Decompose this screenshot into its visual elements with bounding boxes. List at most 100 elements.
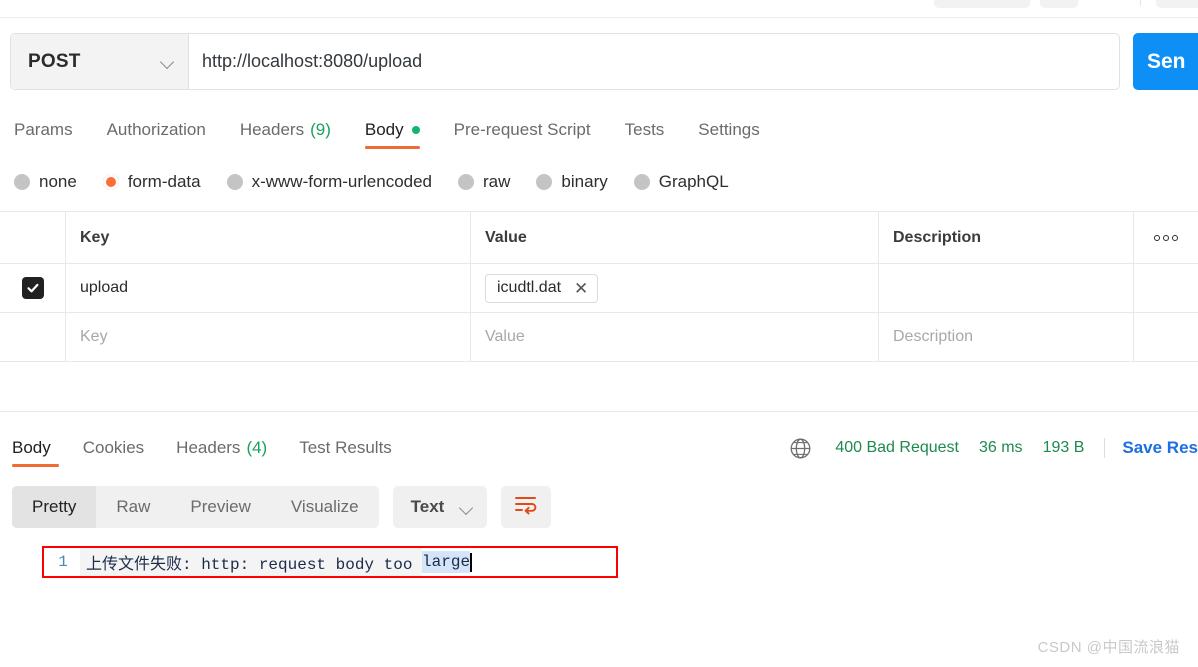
file-chip[interactable]: icudtl.dat ✕ [485,273,599,303]
radio-raw-icon [458,174,475,190]
empty-row-key-placeholder: Key [80,328,108,345]
line-number: 1 [58,553,68,571]
tab-params-label: Params [14,120,73,139]
response-body-area: 1 上传文件失败: http: request body too large [0,540,1198,600]
tab-tests[interactable]: Tests [608,110,682,150]
empty-row-checkbox-cell [0,313,66,361]
row-value-cell[interactable]: icudtl.dat ✕ [471,264,879,312]
tab-params[interactable]: Params [14,110,90,150]
header-cell-description: Description [879,212,1134,263]
response-format-label: Text [410,497,445,516]
response-tab-cookies[interactable]: Cookies [67,428,160,468]
chevron-down-icon [161,55,174,68]
window-top-strip [0,0,1198,18]
header-key-label: Key [80,228,110,246]
tab-tests-label: Tests [624,120,665,139]
radio-form-data[interactable]: form-data [102,172,201,192]
globe-icon [789,437,812,460]
response-time: 36 ms [978,439,1023,456]
body-type-radio-group: none form-data x-www-form-urlencoded raw… [14,163,755,201]
table-header-row: Key Value Description [0,212,1198,264]
radio-binary-label: binary [561,172,608,191]
form-data-table: Key Value Description upload icudtl.dat … [0,211,1198,362]
view-mode-visualize[interactable]: Visualize [271,486,379,528]
tab-headers[interactable]: Headers (9) [223,110,348,150]
text-caret [470,552,473,572]
response-separator [0,411,1198,412]
row-key-cell[interactable]: upload [66,264,471,312]
save-response-button[interactable]: Save Res [1122,438,1198,458]
empty-row-value-cell[interactable]: Value [471,313,879,361]
tab-authorization[interactable]: Authorization [90,110,223,150]
header-value-label: Value [485,228,527,246]
top-ghost-control-c [1156,0,1198,8]
tab-pre-request-script-label: Pre-request Script [453,120,591,139]
response-meta: 400 Bad Request 36 ms 193 B Save Res [789,430,1198,466]
response-tab-body-label: Body [12,438,51,457]
request-tabs: Params Authorization Headers (9) Body Pr… [0,110,1198,150]
http-method-label: POST [28,50,81,72]
view-mode-pretty[interactable]: Pretty [12,486,97,528]
header-cell-value: Value [471,212,879,263]
response-tab-headers[interactable]: Headers (4) [160,428,283,468]
chevron-down-icon [460,501,473,514]
empty-row-value-placeholder: Value [485,328,525,345]
more-options-icon[interactable] [1154,234,1178,241]
response-size: 193 B [1042,439,1085,456]
radio-binary[interactable]: binary [536,172,608,192]
file-chip-name: icudtl.dat [497,279,562,296]
radio-raw[interactable]: raw [458,172,510,192]
response-body-text: 上传文件失败: http: request body too [80,548,423,576]
response-tab-headers-count: (4) [246,438,268,457]
top-divider [1140,0,1141,6]
row-enabled-checkbox[interactable] [21,277,44,299]
send-button[interactable]: Sen [1133,33,1198,90]
close-icon[interactable]: ✕ [574,280,588,297]
view-mode-pretty-label: Pretty [32,497,77,516]
response-tab-cookies-label: Cookies [82,438,145,457]
tab-body[interactable]: Body [348,110,437,150]
radio-form-data-icon [102,174,119,190]
tab-settings[interactable]: Settings [681,110,776,150]
radio-x-www-form-urlencoded-label: x-www-form-urlencoded [251,172,433,191]
row-description-cell[interactable] [879,264,1134,312]
http-method-dropdown[interactable]: POST [11,34,189,89]
request-bar: POST http://localhost:8080/upload [10,33,1120,90]
row-checkbox-cell [0,264,66,312]
response-tab-test-results[interactable]: Test Results [283,428,408,468]
response-toolbar: Pretty Raw Preview Visualize Text [12,486,552,528]
empty-row-description-cell[interactable]: Description [879,313,1134,361]
empty-row-description-placeholder: Description [893,328,974,345]
radio-none[interactable]: none [14,172,77,192]
radio-graphql-icon [633,174,650,190]
header-cell-more[interactable] [1134,212,1198,263]
response-format-dropdown[interactable]: Text [392,486,488,528]
row-key-value: upload [80,279,129,296]
tab-authorization-label: Authorization [106,120,206,139]
radio-none-label: none [39,172,77,191]
response-view-modes: Pretty Raw Preview Visualize [12,486,379,528]
view-mode-preview[interactable]: Preview [170,486,270,528]
tab-headers-count: (9) [310,120,331,139]
tab-pre-request-script[interactable]: Pre-request Script [437,110,608,150]
meta-divider [1104,438,1106,458]
view-mode-raw-label: Raw [116,497,151,516]
status-badge: 400 Bad Request [835,439,959,456]
response-body-line[interactable]: 1 上传文件失败: http: request body too large [46,548,614,576]
response-tab-body[interactable]: Body [12,428,67,468]
empty-row-key-cell[interactable]: Key [66,313,471,361]
response-tabs: Body Cookies Headers (4) Test Results [0,428,408,468]
view-mode-raw[interactable]: Raw [96,486,170,528]
radio-x-www-form-urlencoded[interactable]: x-www-form-urlencoded [226,172,433,192]
response-body-selected-text: large [422,551,471,573]
radio-raw-label: raw [483,172,511,191]
radio-form-data-label: form-data [127,172,201,191]
table-row: upload icudtl.dat ✕ [0,264,1198,313]
view-mode-visualize-label: Visualize [290,497,359,516]
body-modified-dot-icon [411,126,420,134]
radio-graphql[interactable]: GraphQL [633,172,729,192]
empty-row-more-cell [1134,313,1198,361]
wrap-lines-button[interactable] [501,486,552,528]
url-input[interactable]: http://localhost:8080/upload [189,34,1119,89]
table-row-empty: Key Value Description [0,313,1198,362]
